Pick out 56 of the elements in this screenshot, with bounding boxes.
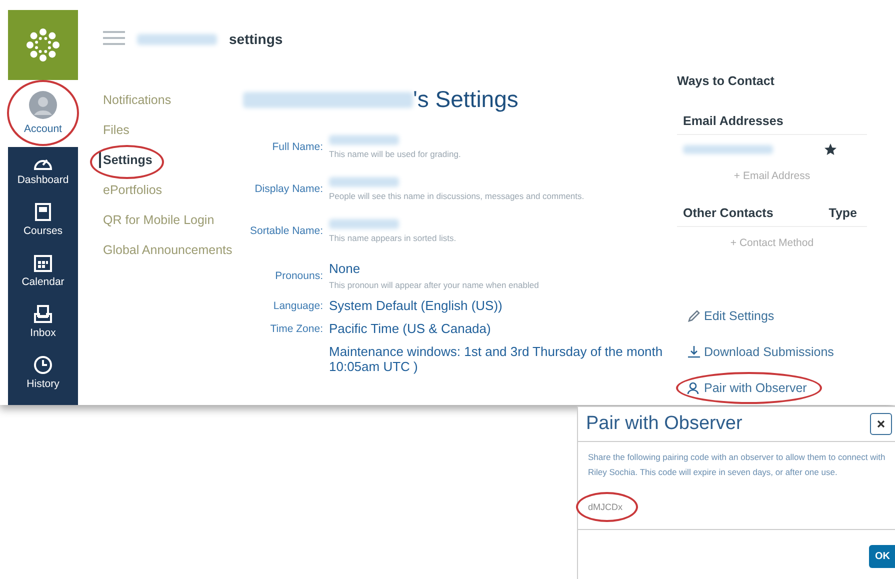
- action-link[interactable]: Pair with Observer: [687, 381, 807, 395]
- subnav-link[interactable]: QR for Mobile Login: [103, 212, 214, 228]
- dialog-message: Share the following pairing code with an observer to allow them to connect with Riley Sochia. This code will expire in seven days, or after one use.: [588, 451, 886, 479]
- subnav-link[interactable]: Notifications: [103, 92, 172, 108]
- column-header: Type: [828, 206, 857, 220]
- field-label: Sortable Name:: [249, 225, 323, 237]
- redacted-value: [329, 219, 399, 229]
- redacted-value: [329, 177, 399, 187]
- column-header: Email Addresses: [683, 114, 784, 128]
- people-icon: [687, 381, 701, 395]
- inbox-icon: [33, 304, 53, 324]
- nav-item[interactable]: Calendar: [8, 245, 78, 296]
- subnav-link[interactable]: Files: [103, 122, 130, 138]
- breadcrumb: settings: [229, 31, 283, 47]
- ok-button[interactable]: OK: [869, 545, 895, 568]
- annotation-circle: [7, 80, 79, 146]
- annotation-circle: [576, 492, 638, 522]
- field-hint: People will see this name in discussions, messages and comments.: [329, 191, 586, 201]
- page-heading: 's Settings: [413, 86, 518, 113]
- nav-item[interactable]: Account: [8, 80, 78, 147]
- field-hint: This pronoun will appear after your name when enabled: [329, 280, 540, 290]
- calendar-icon: [33, 253, 53, 273]
- field-label: Language:: [272, 300, 323, 312]
- action-link[interactable]: Edit Settings: [687, 309, 774, 323]
- pairing-code: dMJCDx: [588, 501, 623, 514]
- field-hint: This name appears in sorted lists.: [329, 233, 458, 243]
- nav-item[interactable]: Inbox: [8, 296, 78, 347]
- section-title: Ways to Contact: [677, 74, 776, 88]
- nav-item[interactable]: History: [8, 347, 78, 398]
- subnav-link[interactable]: Global Announcements: [103, 242, 232, 258]
- nav-item[interactable]: Dashboard: [8, 147, 78, 194]
- nav-item[interactable]: Courses: [8, 194, 78, 245]
- download-icon: [687, 345, 701, 359]
- logo-icon: [8, 10, 78, 80]
- field-label: Display Name:: [254, 183, 323, 195]
- field-value: System Default (English (US)): [329, 298, 504, 313]
- field-value: None: [329, 261, 362, 276]
- subnav-link[interactable]: ePortfolios: [103, 182, 162, 198]
- field-label: Full Name:: [271, 141, 323, 153]
- column-header: Other Contacts: [683, 206, 774, 220]
- close-icon: [877, 420, 885, 428]
- book-icon: [34, 202, 52, 222]
- field-label: Time Zone:: [269, 322, 323, 334]
- field-value: Pacific Time (US & Canada): [329, 321, 492, 336]
- pencil-icon: [687, 309, 701, 323]
- star-icon: [824, 143, 837, 156]
- avatar-icon: [28, 90, 58, 120]
- redacted-value: [329, 135, 399, 145]
- field-label: Pronouns:: [274, 270, 323, 282]
- field-value: Maintenance windows: 1st and 3rd Thursday of the month 10:05am UTC ): [329, 344, 664, 374]
- field-hint: This name will be used for grading.: [329, 149, 462, 159]
- subnav-link[interactable]: Settings: [99, 152, 152, 168]
- close-button[interactable]: [870, 413, 892, 435]
- action-link[interactable]: Download Submissions: [687, 345, 834, 359]
- dialog-title: Pair with Observer: [586, 413, 742, 435]
- clock-icon: [33, 355, 53, 375]
